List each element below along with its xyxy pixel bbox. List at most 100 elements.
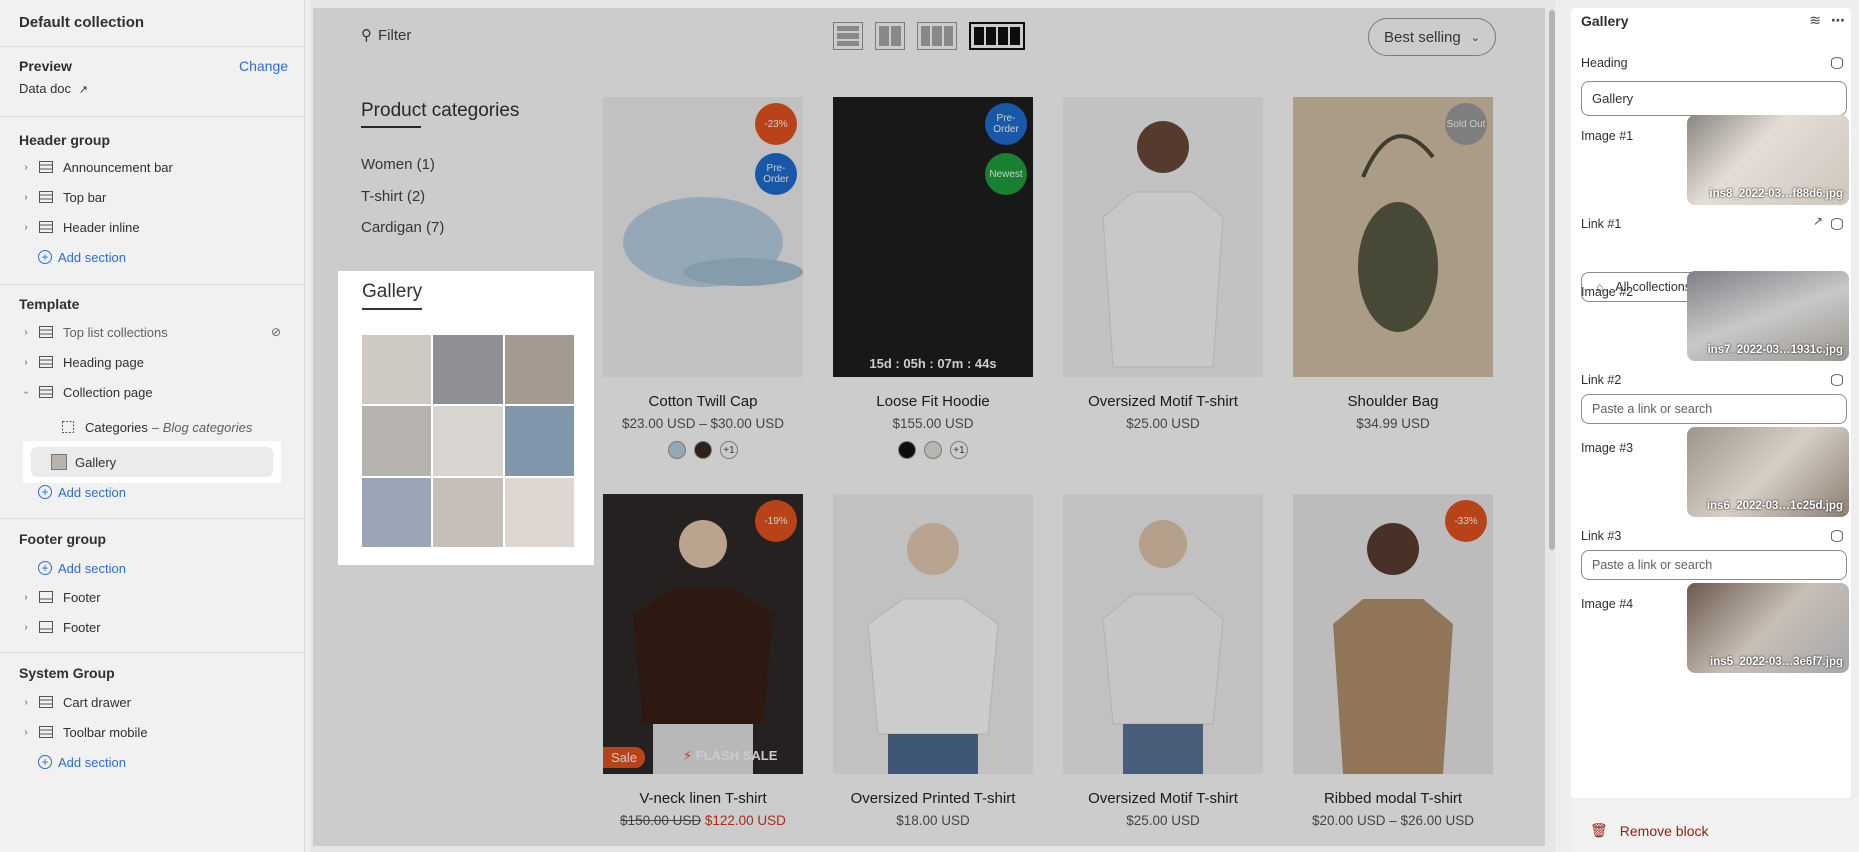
more-swatches[interactable]: +1 (720, 441, 738, 459)
color-swatch[interactable] (668, 441, 686, 459)
product-card[interactable]: Oversized Motif T-shirt $25.00 USD (1063, 494, 1263, 828)
sidebar-item-header-inline[interactable]: › Header inline (19, 215, 281, 239)
link2-input[interactable]: Paste a link or search (1581, 394, 1847, 424)
gallery-image[interactable] (504, 406, 574, 476)
preview-doc-link[interactable]: Data doc ↗ (19, 81, 88, 96)
product-card[interactable]: Oversized Printed T-shirt $18.00 USD (833, 494, 1033, 828)
dynamic-source-icon[interactable] (1831, 218, 1843, 230)
gallery-image[interactable] (362, 477, 432, 547)
product-image[interactable]: -33% (1293, 494, 1493, 774)
image2-picker[interactable]: ins7_2022-03…1931c.jpg (1687, 271, 1849, 361)
add-section-footer-button[interactable]: + Add section (38, 558, 126, 578)
gallery-image[interactable] (433, 477, 503, 547)
gallery-image[interactable] (362, 406, 432, 476)
product-image[interactable] (1063, 97, 1263, 377)
product-image[interactable]: -19% Sale ⚡ FLASH SALE (603, 494, 803, 774)
chevron-right-icon[interactable]: › (19, 357, 33, 368)
chevron-right-icon[interactable]: › (19, 697, 33, 708)
chevron-right-icon[interactable]: › (19, 327, 33, 338)
category-link-cardigan[interactable]: Cardigan (7) (361, 219, 444, 236)
layout-3-col-icon[interactable] (917, 22, 957, 50)
add-section-template-button[interactable]: + Add section (38, 482, 126, 502)
footer-group-label: Footer group (19, 531, 107, 547)
sidebar-item-top-bar[interactable]: › Top bar (19, 185, 281, 209)
preview-scrollbar[interactable] (1549, 10, 1555, 550)
product-name[interactable]: Oversized Motif T-shirt (1063, 790, 1263, 807)
gallery-image[interactable] (504, 335, 574, 405)
product-name[interactable]: Oversized Motif T-shirt (1063, 393, 1263, 410)
color-swatch[interactable] (694, 441, 712, 459)
chevron-right-icon[interactable]: › (19, 222, 33, 233)
gallery-image[interactable] (433, 406, 503, 476)
sale-tag: Sale (603, 747, 646, 768)
dynamic-source-icon[interactable] (1831, 530, 1843, 542)
dynamic-source-icon[interactable]: ≋ (1809, 12, 1821, 29)
product-card[interactable]: Pre-Order Newest 15d : 05h : 07m : 44s L… (833, 97, 1033, 459)
gallery-block-preview[interactable]: Gallery (338, 271, 594, 565)
image1-picker[interactable]: ins8_2022-03…f88d6.jpg (1687, 115, 1849, 205)
more-swatches[interactable]: +1 (950, 441, 968, 459)
chevron-right-icon[interactable]: › (19, 162, 33, 173)
product-name[interactable]: Cotton Twill Cap (603, 393, 803, 410)
layout-list-icon[interactable] (833, 22, 863, 50)
sidebar-item-categories[interactable]: Categories – Blog categories (55, 415, 281, 439)
product-card[interactable]: -33% Ribbed modal T-shirt $20.00 USD – $… (1293, 494, 1493, 828)
product-card[interactable]: -23% Pre-Order Cotton Twill Cap $23.00 U… (603, 97, 803, 459)
more-options-icon[interactable]: ⋯ (1831, 12, 1845, 29)
divider (0, 116, 304, 117)
add-section-system-button[interactable]: + Add section (38, 752, 126, 772)
sidebar-item-announcement-bar[interactable]: › Announcement bar (19, 155, 281, 179)
dynamic-source-icon[interactable] (1831, 57, 1843, 69)
layout-2-col-icon[interactable] (875, 22, 905, 50)
product-name[interactable]: Loose Fit Hoodie (833, 393, 1033, 410)
product-name[interactable]: Oversized Printed T-shirt (833, 790, 1033, 807)
sidebar-item-heading-page[interactable]: › Heading page (19, 350, 281, 374)
sidebar-item-gallery[interactable]: Gallery (23, 441, 281, 483)
chevron-right-icon[interactable]: › (19, 727, 33, 738)
remove-block-button[interactable]: 🗑 Remove block (1590, 822, 1708, 839)
category-link-women[interactable]: Women (1) (361, 156, 435, 173)
product-card[interactable]: Sold Out Shoulder Bag $34.99 USD (1293, 97, 1493, 431)
color-swatch[interactable] (924, 441, 942, 459)
chevron-right-icon[interactable]: › (19, 592, 33, 603)
sidebar-item-top-list-collections[interactable]: › Top list collections ⊘ (19, 320, 281, 344)
eye-hidden-icon[interactable]: ⊘ (271, 325, 281, 339)
category-link-tshirt[interactable]: T-shirt (2) (361, 188, 425, 205)
product-card[interactable]: -19% Sale ⚡ FLASH SALE V-neck linen T-sh… (603, 494, 803, 828)
heading-input[interactable]: Gallery (1581, 81, 1847, 116)
change-preview-link[interactable]: Change (239, 58, 288, 74)
product-name[interactable]: V-neck linen T-shirt (603, 790, 803, 807)
image4-picker[interactable]: ins5_2022-03…3e6f7.jpg (1687, 583, 1849, 673)
filter-button[interactable]: ⚲ Filter (361, 26, 411, 45)
sidebar-item-toolbar-mobile[interactable]: › Toolbar mobile (19, 720, 281, 744)
product-image[interactable] (833, 494, 1033, 774)
sidebar-item-footer[interactable]: › Footer (19, 585, 281, 609)
product-name[interactable]: Shoulder Bag (1293, 393, 1493, 410)
layout-4-col-icon[interactable] (969, 22, 1025, 50)
external-link-icon[interactable]: ↗ (1813, 214, 1823, 228)
chevron-right-icon[interactable]: › (19, 622, 33, 633)
product-image[interactable]: Pre-Order Newest 15d : 05h : 07m : 44s (833, 97, 1033, 377)
color-swatch[interactable] (898, 441, 916, 459)
gallery-image[interactable] (433, 335, 503, 405)
product-card[interactable]: Oversized Motif T-shirt $25.00 USD (1063, 97, 1263, 431)
sort-dropdown[interactable]: Best selling ⌄ (1368, 18, 1496, 56)
product-image[interactable]: -23% Pre-Order (603, 97, 803, 377)
discount-badge: -19% (755, 500, 797, 542)
image3-picker[interactable]: ins6_2022-03…1c25d.jpg (1687, 427, 1849, 517)
sidebar-item-collection-page[interactable]: › Collection page (19, 380, 281, 404)
gallery-image[interactable] (504, 477, 574, 547)
dynamic-source-icon[interactable] (1831, 374, 1843, 386)
sidebar-item-cart-drawer[interactable]: › Cart drawer (19, 690, 281, 714)
chevron-right-icon[interactable]: › (19, 192, 33, 203)
product-name[interactable]: Ribbed modal T-shirt (1293, 790, 1493, 807)
product-image[interactable]: Sold Out (1293, 97, 1493, 377)
gallery-selected-row[interactable]: Gallery (31, 447, 273, 477)
gallery-image[interactable] (362, 335, 432, 405)
chevron-down-icon[interactable]: › (21, 385, 32, 399)
product-image[interactable] (1063, 494, 1263, 774)
divider (0, 518, 304, 519)
add-section-header-button[interactable]: + Add section (38, 247, 126, 267)
sidebar-item-footer-2[interactable]: › Footer (19, 615, 281, 639)
link3-input[interactable]: Paste a link or search (1581, 550, 1847, 580)
